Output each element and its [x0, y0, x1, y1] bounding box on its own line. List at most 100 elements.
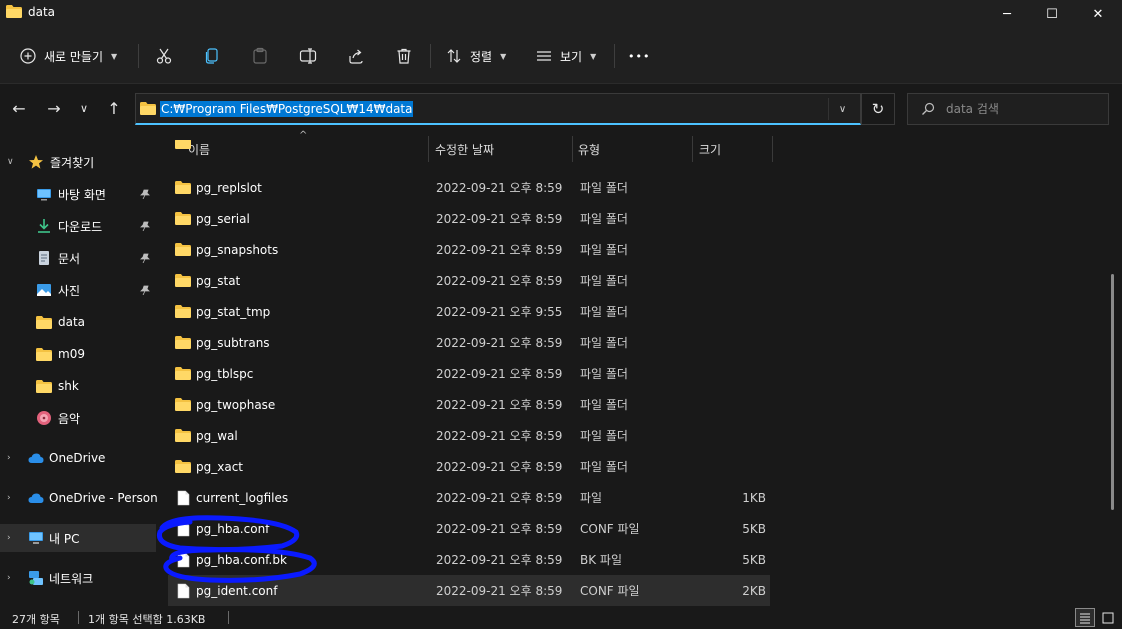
sidebar-item-label: 바탕 화면: [58, 187, 106, 202]
search-input[interactable]: [946, 102, 1106, 116]
copy-button[interactable]: [196, 42, 228, 70]
maximize-icon: ☐: [1046, 6, 1058, 22]
more-options-button[interactable]: •••: [622, 40, 656, 72]
sidebar-item-pictures[interactable]: 사진: [0, 275, 156, 305]
chevron-right-icon: ›: [7, 533, 11, 543]
file-row[interactable]: [168, 140, 770, 158]
file-row[interactable]: pg_stat 2022-09-21 오후 8:59 파일 폴더: [168, 265, 770, 296]
file-date: 2022-09-21 오후 8:59: [436, 274, 563, 288]
minimize-button[interactable]: ─: [984, 0, 1030, 28]
copy-icon: [205, 48, 218, 64]
file-date: 2022-09-21 오후 8:59: [436, 522, 563, 536]
file-date: 2022-09-21 오후 8:59: [436, 491, 563, 505]
search-box[interactable]: [907, 93, 1109, 125]
pictures-icon: [36, 282, 52, 298]
sidebar-item-network[interactable]: › 네트워크: [0, 563, 156, 593]
file-row[interactable]: pg_twophase 2022-09-21 오후 8:59 파일 폴더: [168, 389, 770, 420]
network-icon: [28, 570, 44, 586]
file-name: pg_tblspc: [196, 366, 254, 381]
sidebar-item-label: 음악: [58, 411, 81, 426]
cut-button[interactable]: [148, 42, 180, 70]
sidebar-item-desktop[interactable]: 바탕 화면: [0, 179, 156, 209]
address-bar[interactable]: C:₩Program Files₩PostgreSQL₩14₩data ∨: [135, 93, 861, 125]
sidebar-item-onedrive-personal[interactable]: › OneDrive - Persona: [0, 483, 158, 513]
sidebar-item-onedrive[interactable]: › OneDrive: [0, 443, 156, 473]
file-row[interactable]: pg_snapshots 2022-09-21 오후 8:59 파일 폴더: [168, 234, 770, 265]
cloud-icon: [28, 450, 44, 466]
pin-icon: [139, 284, 151, 296]
sidebar-item-downloads[interactable]: 다운로드: [0, 211, 156, 241]
sidebar-item-this-pc[interactable]: › 내 PC: [0, 524, 156, 552]
file-row[interactable]: pg_replslot 2022-09-21 오후 8:59 파일 폴더: [168, 172, 770, 203]
folder-icon: [175, 140, 191, 151]
file-name: pg_stat_tmp: [196, 304, 271, 319]
rename-button[interactable]: [292, 42, 324, 70]
new-button-label: 새로 만들기: [44, 49, 104, 64]
file-row[interactable]: pg_hba.conf 2022-09-21 오후 8:59 CONF 파일 5KB: [168, 513, 770, 544]
file-icon: [175, 490, 191, 506]
sidebar-item-music[interactable]: 음악: [0, 403, 156, 433]
file-row[interactable]: pg_serial 2022-09-21 오후 8:59 파일 폴더: [168, 203, 770, 234]
file-row[interactable]: pg_ident.conf 2022-09-21 오후 8:59 CONF 파일 2K…: [168, 575, 770, 606]
document-icon: [36, 250, 52, 266]
maximize-button[interactable]: ☐: [1029, 0, 1075, 28]
folder-icon: [175, 366, 191, 382]
scrollbar-thumb[interactable]: [1111, 274, 1114, 510]
file-row[interactable]: pg_wal 2022-09-21 오후 8:59 파일 폴더: [168, 420, 770, 451]
plus-circle-icon: [20, 48, 36, 64]
file-name: pg_snapshots: [196, 242, 279, 257]
minimize-icon: ─: [1003, 6, 1011, 22]
file-date: 2022-09-21 오후 8:59: [436, 553, 563, 567]
file-row[interactable]: pg_tblspc 2022-09-21 오후 8:59 파일 폴더: [168, 358, 770, 389]
back-button[interactable]: ←: [5, 94, 33, 122]
sort-button[interactable]: 정렬 ▼: [440, 40, 512, 72]
new-button[interactable]: 새로 만들기 ▼: [12, 40, 125, 72]
chevron-right-icon: ›: [7, 453, 11, 463]
sidebar-item-m09[interactable]: m09: [0, 339, 156, 369]
view-icon: [537, 51, 551, 61]
status-bar: 27개 항목 1개 항목 선택함 1.63KB: [0, 606, 1122, 629]
file-date: 2022-09-21 오후 8:59: [436, 336, 563, 350]
file-name: pg_wal: [196, 428, 238, 443]
sidebar-item-data[interactable]: data: [0, 307, 156, 337]
file-type: 파일 폴더: [580, 398, 628, 412]
close-button[interactable]: ✕: [1075, 0, 1121, 28]
sidebar-item-documents[interactable]: 문서: [0, 243, 156, 273]
forward-button[interactable]: →: [40, 94, 68, 122]
file-date: 2022-09-21 오후 8:59: [436, 584, 563, 598]
share-button[interactable]: [340, 42, 372, 70]
music-icon: [36, 410, 52, 426]
file-row[interactable]: pg_subtrans 2022-09-21 오후 8:59 파일 폴더: [168, 327, 770, 358]
arrow-left-icon: ←: [12, 98, 26, 118]
details-view-button[interactable]: [1075, 608, 1095, 627]
address-path[interactable]: C:₩Program Files₩PostgreSQL₩14₩data: [160, 101, 414, 117]
arrow-up-icon: ↑: [107, 98, 121, 118]
pc-icon: [28, 530, 44, 546]
sidebar-item-favorites[interactable]: ∨ 즐겨찾기: [0, 147, 156, 177]
file-row[interactable]: pg_stat_tmp 2022-09-21 오후 9:55 파일 폴더: [168, 296, 770, 327]
divider: [138, 44, 139, 68]
up-button[interactable]: ↑: [100, 94, 128, 122]
file-icon: [175, 552, 191, 568]
pin-icon: [139, 252, 151, 264]
item-count: 27개 항목: [12, 613, 60, 626]
address-dropdown-button[interactable]: ∨: [828, 98, 856, 120]
file-row[interactable]: pg_hba.conf.bk 2022-09-21 오후 8:59 BK 파일 5KB: [168, 544, 770, 575]
sidebar-item-shk[interactable]: shk: [0, 371, 156, 401]
thumbnail-view-icon: [1102, 612, 1114, 623]
details-view-icon: [1080, 613, 1090, 623]
delete-button[interactable]: [388, 42, 420, 70]
refresh-button[interactable]: ↻: [861, 93, 895, 125]
close-icon: ✕: [1092, 6, 1104, 22]
file-row[interactable]: current_logfiles 2022-09-21 오후 8:59 파일 1KB: [168, 482, 770, 513]
file-date: 2022-09-21 오후 8:59: [436, 212, 563, 226]
thumbnail-view-button[interactable]: [1098, 608, 1118, 627]
view-button[interactable]: 보기 ▼: [530, 40, 602, 72]
vertical-scrollbar[interactable]: [1111, 164, 1116, 606]
file-date: 2022-09-21 오후 8:59: [436, 398, 563, 412]
file-row[interactable]: pg_xact 2022-09-21 오후 8:59 파일 폴더: [168, 451, 770, 482]
paste-button[interactable]: [244, 42, 276, 70]
file-type: 파일 폴더: [580, 460, 628, 474]
file-name: pg_xact: [196, 459, 243, 474]
recent-locations-button[interactable]: ∨: [70, 94, 98, 122]
